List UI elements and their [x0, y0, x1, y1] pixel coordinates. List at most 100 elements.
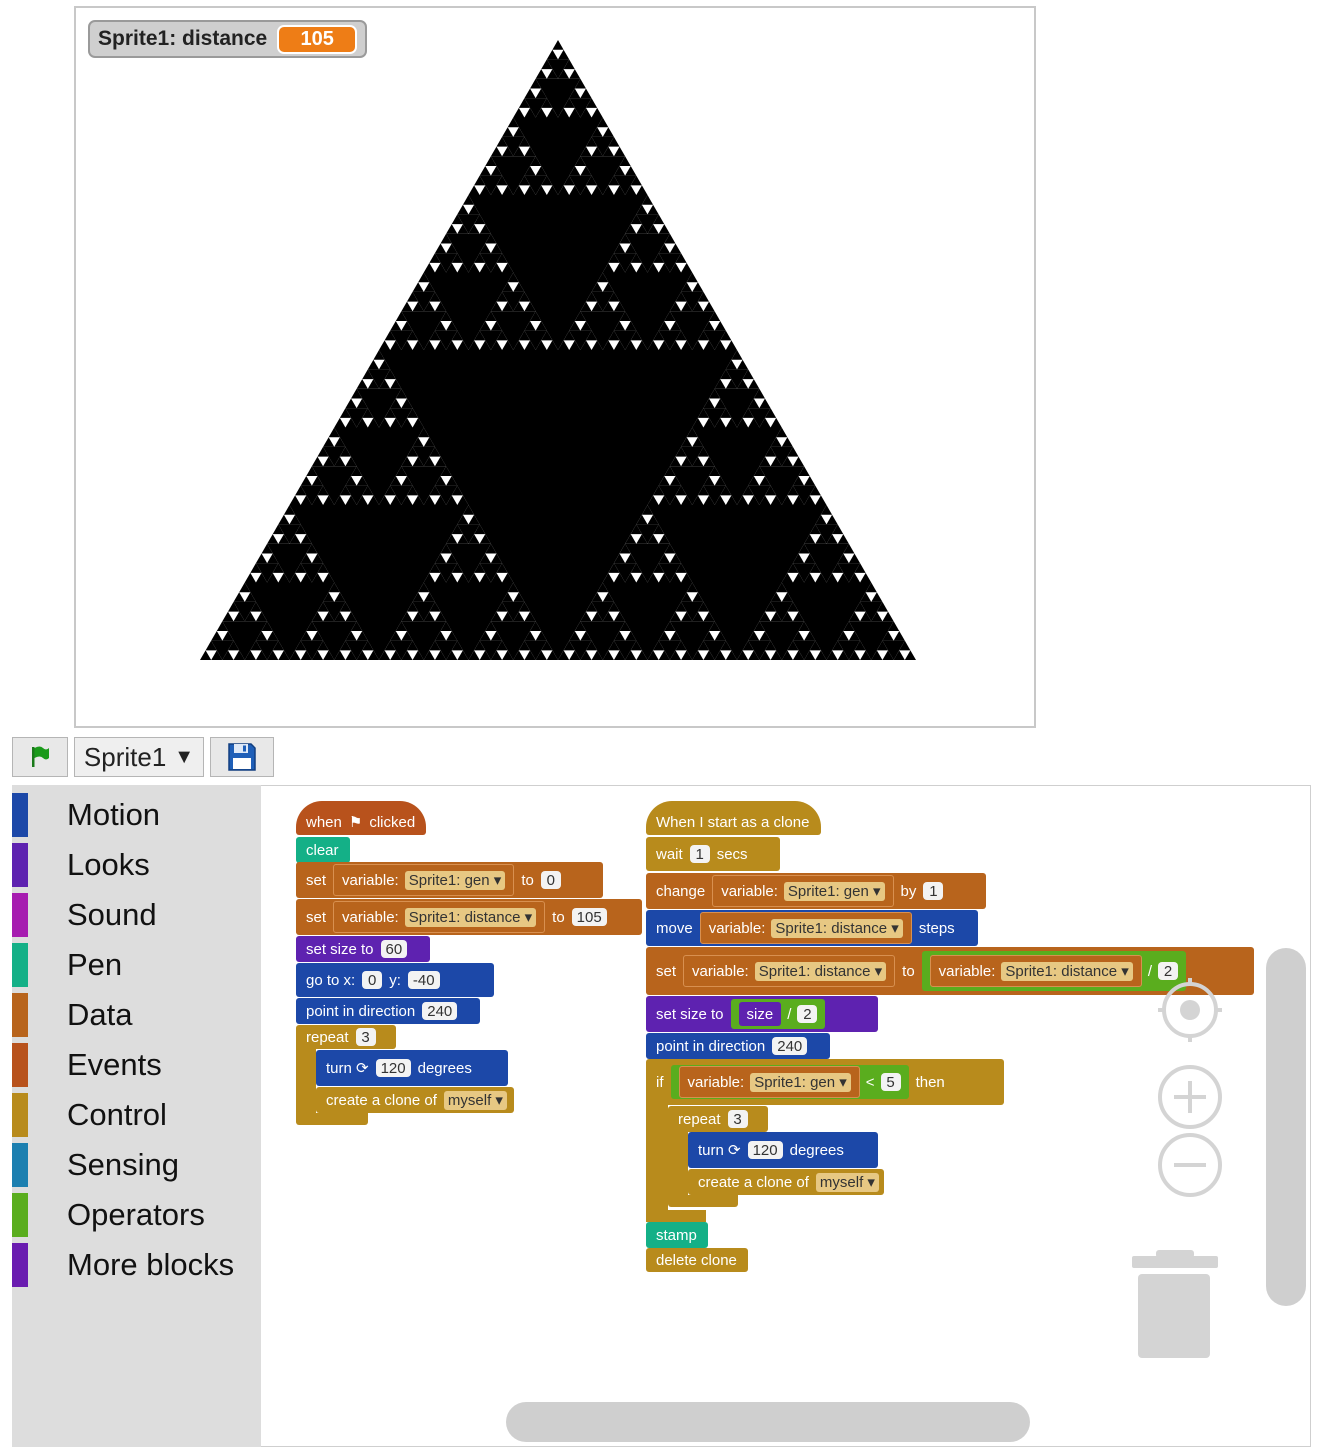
green-flag-button[interactable] [12, 737, 68, 777]
zoom-out-icon[interactable] [1156, 1131, 1224, 1199]
set-size-block[interactable]: set size to size / 2 [646, 996, 878, 1032]
flag-icon: ⚑ [348, 814, 363, 831]
set-size-block[interactable]: set size to 60 [296, 936, 430, 962]
operator-symbol: / [1147, 962, 1152, 980]
block-text: when [306, 814, 342, 831]
block-text: change [656, 882, 706, 900]
category-control[interactable]: Control [12, 1093, 261, 1137]
variable-reporter[interactable]: variable: Sprite1: gen ▾ [333, 864, 515, 896]
value-input[interactable]: 240 [422, 1002, 458, 1020]
category-looks[interactable]: Looks [12, 843, 261, 887]
value-input[interactable]: 3 [727, 1110, 748, 1128]
value-input[interactable]: 105 [571, 908, 607, 926]
move-steps-block[interactable]: move variable: Sprite1: distance ▾ steps [646, 910, 978, 946]
block-palette: Motion Looks Sound Pen Data Events Contr… [12, 785, 261, 1447]
if-c-arm [646, 1100, 668, 1218]
category-color [12, 1093, 28, 1137]
when-flag-clicked-block[interactable]: when ⚑ clicked [296, 801, 426, 835]
point-in-direction-block[interactable]: point in direction 240 [296, 998, 480, 1024]
go-to-xy-block[interactable]: go to x: 0 y: -40 [296, 963, 494, 997]
repeat-c-arm [296, 1046, 316, 1118]
fractal-triangles [200, 40, 916, 660]
zoom-in-icon[interactable] [1156, 1063, 1224, 1131]
size-reporter[interactable]: size [738, 1002, 782, 1026]
value-input[interactable]: 60 [380, 940, 408, 958]
value-input[interactable]: 2 [797, 1005, 818, 1023]
category-data[interactable]: Data [12, 993, 261, 1037]
point-in-direction-block[interactable]: point in direction 240 [646, 1033, 830, 1059]
divide-operator[interactable]: variable: Sprite1: distance ▾ / 2 [921, 951, 1186, 991]
set-variable-block[interactable]: set variable: Sprite1: gen ▾ to 0 [296, 862, 603, 898]
category-sound[interactable]: Sound [12, 893, 261, 937]
variable-reporter[interactable]: variable: Sprite1: distance ▾ [683, 955, 896, 987]
change-variable-block[interactable]: change variable: Sprite1: gen ▾ by 1 [646, 873, 986, 909]
value-input[interactable]: 120 [747, 1141, 783, 1159]
value-input[interactable]: 0 [540, 871, 561, 889]
clone-target-dropdown[interactable]: myself ▾ [815, 1172, 879, 1192]
category-sensing[interactable]: Sensing [12, 1143, 261, 1187]
wait-block[interactable]: wait 1 secs [646, 837, 780, 871]
save-button[interactable] [210, 737, 274, 777]
category-motion[interactable]: Motion [12, 793, 261, 837]
category-color [12, 893, 28, 937]
block-text: set [306, 908, 327, 926]
create-clone-block[interactable]: create a clone of myself ▾ [316, 1087, 514, 1113]
block-text: then [915, 1073, 945, 1091]
trash-can-icon[interactable] [1130, 1248, 1220, 1360]
turn-block[interactable]: turn ⟳ 120 degrees [316, 1050, 508, 1086]
divide-operator[interactable]: size / 2 [730, 999, 826, 1029]
value-input[interactable]: -40 [407, 971, 440, 989]
block-text: create a clone of [698, 1173, 809, 1191]
variable-reporter[interactable]: variable: Sprite1: distance ▾ [333, 901, 546, 933]
recenter-icon[interactable] [1156, 976, 1224, 1044]
variable-dropdown[interactable]: Sprite1: gen ▾ [750, 1072, 851, 1092]
value-input[interactable]: 240 [772, 1037, 808, 1055]
sprite-selector[interactable]: Sprite1 ▼ [74, 737, 204, 777]
when-start-as-clone-block[interactable]: When I start as a clone [646, 801, 821, 835]
floppy-disk-icon [228, 743, 256, 771]
stage[interactable]: Sprite1: distance 105 [74, 6, 1036, 728]
category-label: Control [67, 1097, 167, 1132]
clone-target-dropdown[interactable]: myself ▾ [443, 1090, 507, 1110]
block-text: repeat [678, 1110, 721, 1128]
variable-dropdown[interactable]: Sprite1: gen ▾ [783, 881, 885, 901]
category-label: Motion [67, 797, 161, 832]
variable-dropdown[interactable]: Sprite1: distance ▾ [754, 961, 887, 981]
create-clone-block[interactable]: create a clone of myself ▾ [688, 1169, 884, 1195]
category-operators[interactable]: Operators [12, 1193, 261, 1237]
block-text: move [656, 919, 693, 937]
value-input[interactable]: 120 [375, 1059, 411, 1077]
variable-dropdown[interactable]: Sprite1: distance ▾ [1001, 961, 1133, 981]
category-color [12, 1193, 28, 1237]
block-text: variable: [342, 871, 399, 889]
category-more-blocks[interactable]: More blocks [12, 1243, 261, 1287]
turn-block[interactable]: turn ⟳ 120 degrees [688, 1132, 878, 1168]
value-input[interactable]: 1 [689, 845, 710, 863]
variable-reporter[interactable]: variable: Sprite1: gen ▾ [712, 875, 894, 907]
delete-clone-block[interactable]: delete clone [646, 1248, 748, 1272]
vertical-scrollbar[interactable] [1266, 948, 1306, 1306]
value-input[interactable]: 3 [355, 1028, 376, 1046]
less-than-operator[interactable]: variable: Sprite1: gen ▾ < 5 [670, 1065, 909, 1099]
variable-dropdown[interactable]: Sprite1: gen ▾ [404, 870, 506, 890]
block-text: to [902, 962, 915, 980]
value-input[interactable]: 1 [923, 882, 944, 900]
stamp-block[interactable]: stamp [646, 1222, 708, 1248]
block-text: set size to [306, 940, 374, 958]
value-input[interactable]: 5 [880, 1073, 901, 1091]
clear-block[interactable]: clear [296, 837, 350, 863]
category-pen[interactable]: Pen [12, 943, 261, 987]
monitor-label: Sprite1: distance [98, 27, 268, 50]
horizontal-scrollbar[interactable] [506, 1402, 1030, 1442]
variable-reporter[interactable]: variable: Sprite1: distance ▾ [929, 955, 1142, 987]
category-events[interactable]: Events [12, 1043, 261, 1087]
variable-dropdown[interactable]: Sprite1: distance ▾ [771, 918, 903, 938]
variable-dropdown[interactable]: Sprite1: distance ▾ [404, 907, 537, 927]
variable-reporter[interactable]: variable: Sprite1: gen ▾ [678, 1066, 860, 1098]
block-text: set size to [656, 1005, 724, 1023]
set-variable-block[interactable]: set variable: Sprite1: distance ▾ to 105 [296, 899, 642, 935]
repeat-c-foot [296, 1113, 368, 1125]
if-then-block[interactable]: if variable: Sprite1: gen ▾ < 5 then [646, 1059, 1004, 1105]
value-input[interactable]: 0 [362, 971, 383, 989]
variable-reporter[interactable]: variable: Sprite1: distance ▾ [699, 912, 912, 944]
